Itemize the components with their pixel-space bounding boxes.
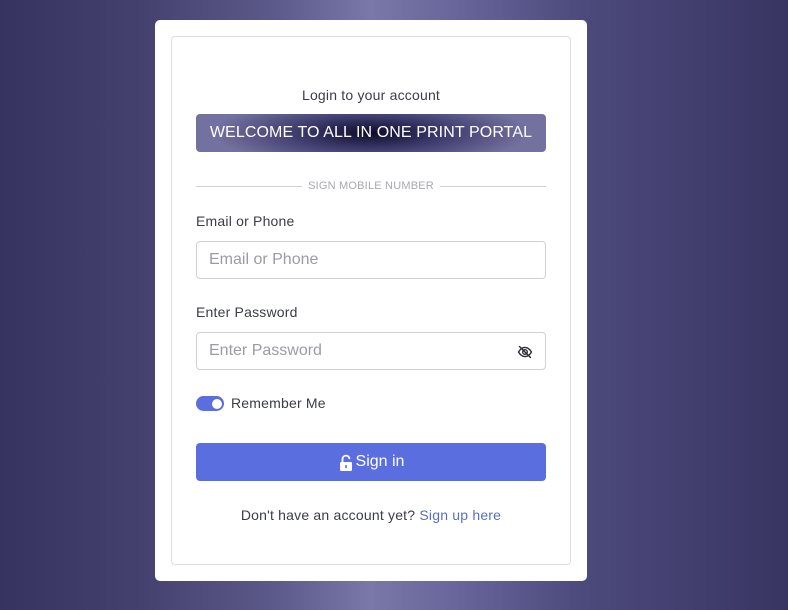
email-field[interactable] (196, 241, 546, 279)
divider: SIGN MOBILE NUMBER (196, 179, 546, 193)
sign-in-label: Sign in (355, 453, 405, 470)
remember-me-label: Remember Me (231, 395, 326, 411)
signup-link[interactable]: Sign up here (419, 507, 501, 523)
toggle-knob (212, 398, 222, 409)
eye-slash-icon[interactable] (515, 342, 535, 362)
login-card-inner: Login to your account WELCOME TO ALL IN … (171, 36, 571, 565)
divider-text: SIGN MOBILE NUMBER (308, 180, 434, 192)
password-field[interactable] (196, 332, 546, 370)
divider-line-right (439, 185, 546, 187)
signup-prompt-text: Don't have an account yet? (240, 507, 416, 523)
signup-prompt: Don't have an account yet? Sign up here (172, 507, 570, 523)
unlock-icon (338, 454, 354, 472)
login-card: Login to your account WELCOME TO ALL IN … (155, 20, 587, 581)
password-label: Enter Password (196, 304, 298, 320)
divider-line-left (196, 185, 303, 187)
remember-me-toggle[interactable] (196, 396, 224, 411)
welcome-banner: WELCOME TO ALL IN ONE PRINT PORTAL (196, 114, 546, 152)
sign-in-button[interactable]: Sign in (196, 443, 546, 481)
email-label: Email or Phone (196, 213, 295, 229)
login-heading: Login to your account (301, 87, 441, 103)
